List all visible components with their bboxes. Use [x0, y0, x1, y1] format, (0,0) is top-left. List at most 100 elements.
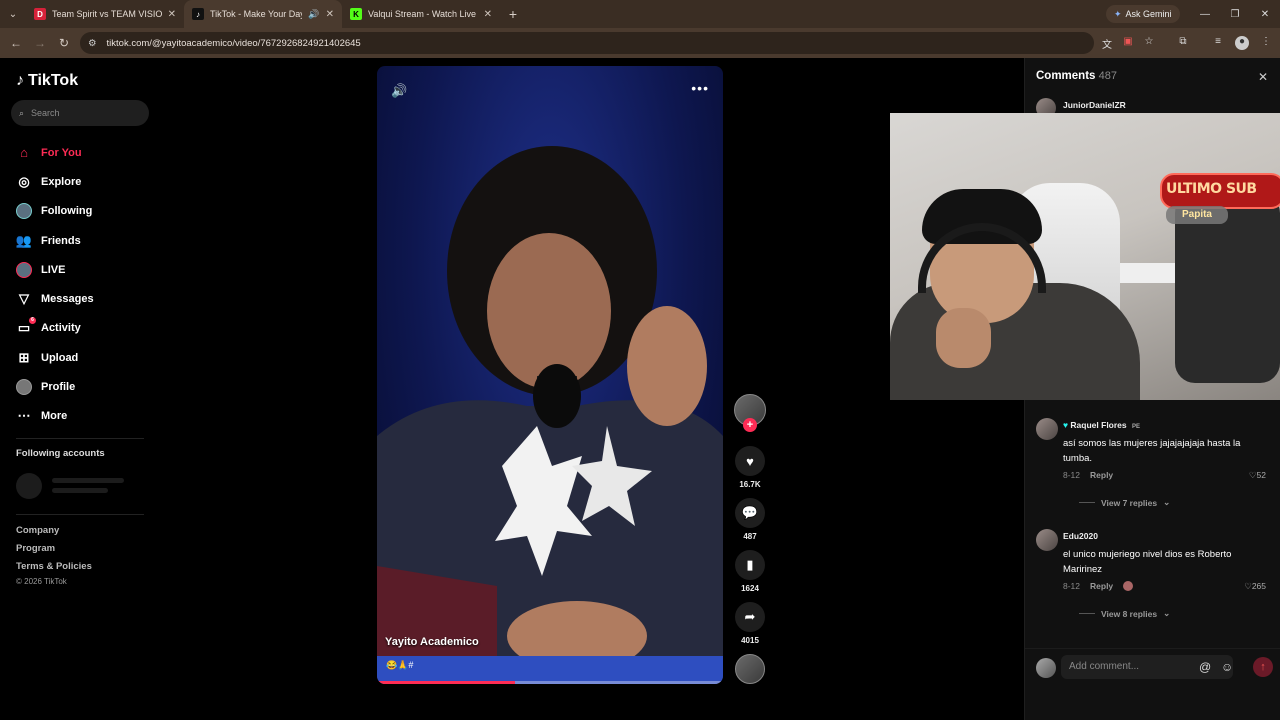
sidebar-item-label: LIVE	[41, 263, 66, 276]
chrome-menu-icon[interactable]: ⋮	[1259, 36, 1273, 50]
forward-icon[interactable]: →	[28, 36, 52, 50]
close-comments-icon[interactable]: ✕	[1258, 70, 1268, 84]
follow-plus-icon[interactable]: +	[743, 418, 757, 432]
minimize-icon[interactable]: —	[1190, 0, 1220, 28]
divider	[1079, 502, 1095, 503]
speaker-icon[interactable]: 🔊	[308, 9, 319, 20]
tab-team-spirit[interactable]: D Team Spirit vs TEAM VISION - ✕	[26, 0, 184, 28]
sidebar-item-label: Upload	[41, 351, 79, 364]
activity-icon: ▭ 6	[16, 317, 36, 336]
comments-title-label: Comments	[1036, 70, 1096, 82]
tiktok-logo[interactable]: ♪ TikTok	[16, 72, 78, 90]
tab-close-icon[interactable]: ✕	[326, 9, 334, 20]
tab-tiktok[interactable]: ♪ TikTok - Make Your Day 🔊 ✕	[184, 0, 342, 28]
sidebar-item-upload[interactable]: ⊞ Upload	[16, 343, 94, 372]
sidebar-item-profile[interactable]: Profile	[16, 372, 94, 401]
sidebar-item-label: Activity	[41, 322, 81, 335]
search-icon: ⌕	[19, 107, 25, 118]
sidebar-item-following[interactable]: Following	[16, 197, 94, 226]
sidebar: ♪ TikTok ⌕ Search ⌂ For You ◎ Explore Fo…	[0, 58, 160, 720]
view-replies-button[interactable]: View 8 replies ⌄	[1079, 608, 1170, 619]
comment-like-button[interactable]: ♡52	[1249, 470, 1266, 481]
comment-button[interactable]: 💬 487	[733, 498, 767, 541]
tab-close-icon[interactable]: ✕	[168, 9, 176, 20]
music-disc-button[interactable]	[733, 654, 767, 684]
tab-search-dropdown-icon[interactable]: ⌄	[0, 0, 26, 28]
mention-icon[interactable]: @	[1199, 660, 1211, 674]
extensions-puzzle-icon[interactable]: ⧉	[1176, 36, 1190, 50]
sidebar-item-messages[interactable]: ▽ Messages	[16, 284, 94, 313]
terms-link[interactable]: Terms & Policies	[16, 561, 92, 572]
site-info-icon[interactable]: ⚙	[88, 38, 97, 49]
sidebar-item-label: Following	[41, 205, 93, 218]
view-replies-button[interactable]: View 7 replies ⌄	[1079, 497, 1170, 508]
more-options-icon[interactable]: •••	[691, 80, 709, 96]
video-player[interactable]: 🔊 ••• Yayito Academico 😂🙏#	[377, 66, 723, 684]
sidebar-item-explore[interactable]: ◎ Explore	[16, 167, 94, 196]
creator-avatar-button[interactable]: +	[733, 394, 767, 432]
extension-red-icon[interactable]: ▣	[1121, 36, 1135, 50]
comment-like-button[interactable]: ♡265	[1244, 581, 1266, 592]
sidebar-item-label: Messages	[41, 293, 94, 306]
media-control-icon[interactable]: ≡	[1211, 36, 1225, 50]
program-link[interactable]: Program	[16, 543, 55, 554]
address-toolbar: ← → ↻ ⚙ tiktok.com/@yayitoacademico/vide…	[0, 28, 1280, 58]
profile-icon[interactable]: ●	[1235, 36, 1249, 50]
company-link[interactable]: Company	[16, 525, 59, 536]
comment-meta: 8-12 Reply	[1063, 581, 1134, 591]
last-sub-title: ULTIMO SUB	[1166, 181, 1257, 197]
volume-icon[interactable]: 🔊	[391, 83, 407, 99]
new-tab-button[interactable]: +	[500, 6, 526, 22]
sidebar-item-activity[interactable]: ▭ 6 Activity	[16, 314, 94, 343]
bookmark-star-icon[interactable]: ☆	[1142, 36, 1156, 50]
search-placeholder: Search	[31, 108, 60, 118]
comment-user[interactable]: ♥ Raquel Flores PE	[1063, 420, 1140, 430]
country-flag: PE	[1132, 424, 1141, 430]
save-button[interactable]: ▮ 1624	[733, 550, 767, 593]
heart-outline-icon: ♡	[1248, 470, 1257, 480]
video-frame-image	[377, 146, 723, 684]
share-button[interactable]: ➦ 4015	[733, 602, 767, 645]
comment-like-count: 265	[1251, 581, 1266, 591]
webcam-overlay: ULTIMO SUB Papita	[890, 113, 1280, 400]
ask-gemini-label: Ask Gemini	[1125, 9, 1172, 19]
url-bar[interactable]: ⚙ tiktok.com/@yayitoacademico/video/7672…	[80, 32, 1094, 54]
search-input[interactable]: ⌕ Search	[11, 100, 149, 126]
sidebar-item-friends[interactable]: 👥 Friends	[16, 226, 94, 255]
friends-icon: 👥	[15, 232, 33, 248]
emoji-icon[interactable]: ☺	[1221, 660, 1233, 674]
video-author[interactable]: Yayito Academico	[385, 636, 479, 648]
back-icon[interactable]: ←	[4, 36, 28, 50]
send-icon[interactable]: ↑	[1253, 657, 1273, 677]
sidebar-item-for-you[interactable]: ⌂ For You	[16, 138, 94, 167]
comment-username: Raquel Flores	[1070, 420, 1127, 430]
webcam-person-hand	[936, 308, 991, 368]
like-button[interactable]: ♥ 16.7K	[733, 446, 767, 489]
reply-button[interactable]: Reply	[1090, 581, 1113, 591]
save-count: 1624	[741, 584, 759, 593]
ask-gemini-button[interactable]: ✦ Ask Gemini	[1106, 5, 1180, 23]
avatar[interactable]	[1036, 529, 1058, 551]
comment-count: 487	[743, 532, 757, 541]
video-caption: 😂🙏#	[386, 660, 414, 670]
tab-title: TikTok - Make Your Day	[210, 9, 303, 19]
video-progress-bar[interactable]	[377, 681, 723, 684]
avatar[interactable]	[1036, 418, 1058, 440]
window-close-icon[interactable]: ✕	[1250, 0, 1280, 28]
view-replies-label: View 7 replies	[1101, 497, 1158, 508]
comment-text: así somos las mujeres jajajajajaja hasta…	[1063, 438, 1241, 464]
sidebar-item-live[interactable]: LIVE	[16, 255, 94, 284]
restore-icon[interactable]: ❐	[1220, 0, 1250, 28]
tab-kick[interactable]: K Valqui Stream - Watch Live on ✕	[342, 0, 500, 28]
tab-close-icon[interactable]: ✕	[484, 9, 492, 20]
translate-icon[interactable]: 文	[1100, 36, 1114, 51]
comment-username[interactable]: Edu2020	[1063, 531, 1098, 541]
comment-username[interactable]: JuniorDanielZR	[1063, 100, 1126, 110]
sidebar-item-more[interactable]: ⋯ More	[16, 402, 94, 431]
comment-text: el unico mujeriego nivel dios es Roberto…	[1063, 549, 1232, 575]
profile-avatar-icon	[16, 379, 32, 396]
reply-button[interactable]: Reply	[1090, 470, 1113, 480]
creator-liked-avatar-icon	[1123, 581, 1134, 591]
reload-icon[interactable]: ↻	[52, 36, 76, 50]
home-icon: ⌂	[20, 145, 28, 161]
